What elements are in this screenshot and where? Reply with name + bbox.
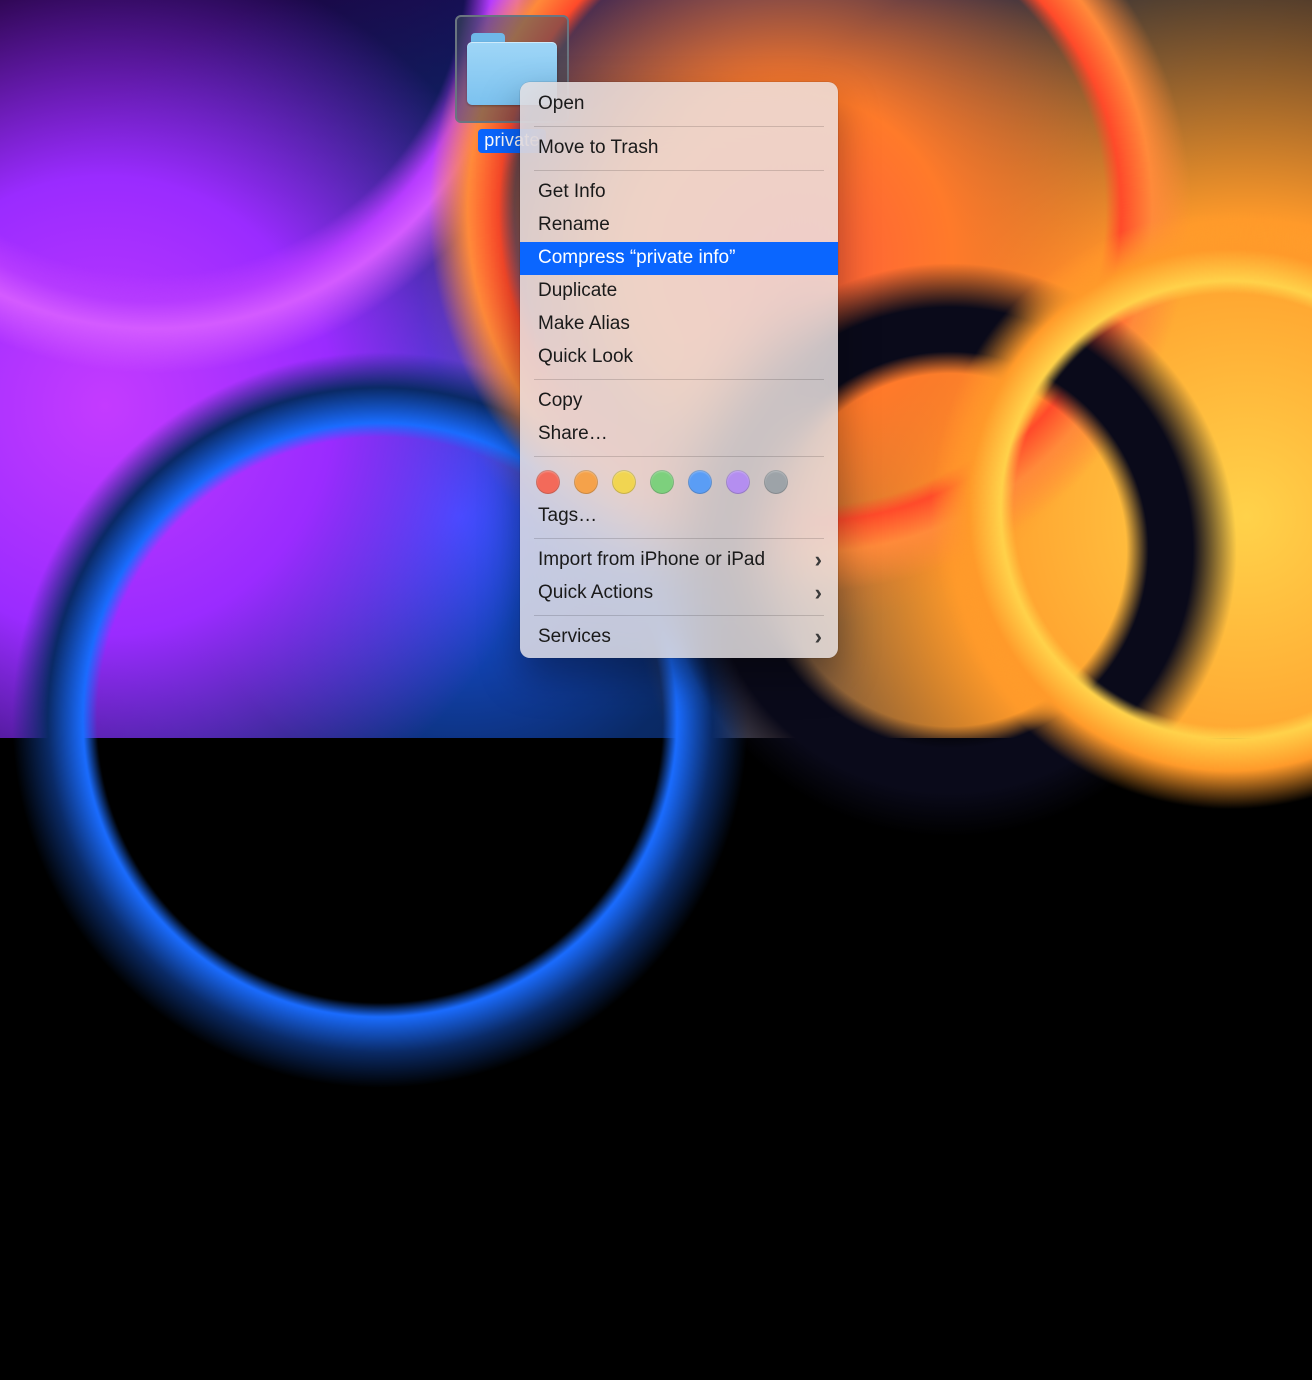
chevron-right-icon: ›	[815, 625, 822, 649]
menu-item-open[interactable]: Open	[520, 88, 838, 121]
tag-orange[interactable]	[574, 470, 598, 494]
menu-item-tags[interactable]: Tags…	[520, 500, 838, 533]
chevron-right-icon: ›	[815, 581, 822, 605]
tag-red[interactable]	[536, 470, 560, 494]
menu-item-make-alias[interactable]: Make Alias	[520, 308, 838, 341]
menu-item-rename[interactable]: Rename	[520, 209, 838, 242]
context-menu: Open Move to Trash Get Info Rename Compr…	[520, 82, 838, 658]
menu-item-get-info[interactable]: Get Info	[520, 176, 838, 209]
tag-purple[interactable]	[726, 470, 750, 494]
menu-item-copy[interactable]: Copy	[520, 385, 838, 418]
menu-separator	[534, 126, 824, 127]
menu-item-quick-look[interactable]: Quick Look	[520, 341, 838, 374]
menu-item-move-to-trash[interactable]: Move to Trash	[520, 132, 838, 165]
menu-separator	[534, 615, 824, 616]
menu-separator	[534, 379, 824, 380]
menu-item-duplicate[interactable]: Duplicate	[520, 275, 838, 308]
tag-gray[interactable]	[764, 470, 788, 494]
tag-blue[interactable]	[688, 470, 712, 494]
chevron-right-icon: ›	[815, 548, 822, 572]
menu-separator	[534, 456, 824, 457]
menu-tag-colors	[520, 462, 838, 500]
tag-green[interactable]	[650, 470, 674, 494]
menu-separator	[534, 170, 824, 171]
menu-item-quick-actions[interactable]: Quick Actions ›	[520, 577, 838, 610]
menu-item-services[interactable]: Services ›	[520, 621, 838, 654]
menu-item-compress[interactable]: Compress “private info”	[520, 242, 838, 275]
menu-item-import[interactable]: Import from iPhone or iPad ›	[520, 544, 838, 577]
tag-yellow[interactable]	[612, 470, 636, 494]
menu-item-share[interactable]: Share…	[520, 418, 838, 451]
menu-separator	[534, 538, 824, 539]
